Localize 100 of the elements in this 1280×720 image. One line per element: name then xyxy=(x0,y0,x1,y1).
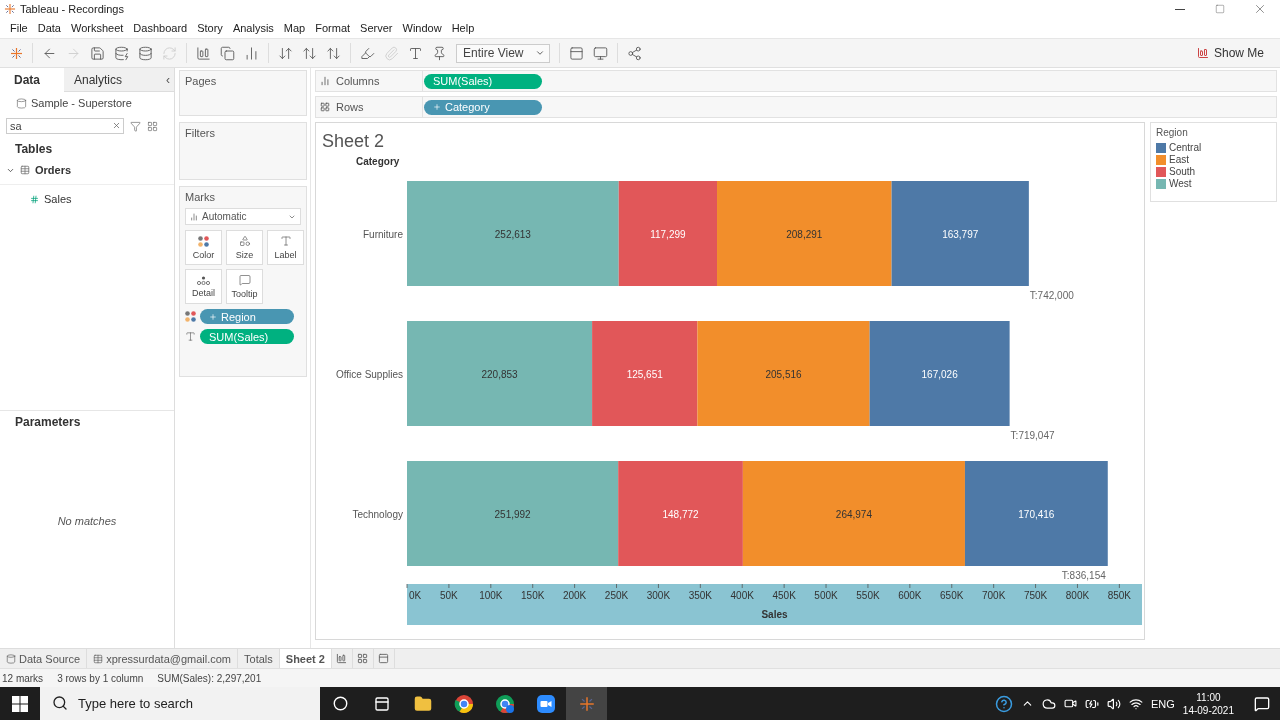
tick-label: 450K xyxy=(772,590,796,601)
browser-icon xyxy=(494,693,515,714)
highlight-icon[interactable] xyxy=(360,45,375,61)
data-label: 125,651 xyxy=(626,368,663,380)
tick-label: 350K xyxy=(688,590,712,601)
sheet-tab[interactable]: Sheet 2 xyxy=(279,649,332,668)
language-indicator[interactable]: ENG xyxy=(1151,697,1175,710)
pane-tab[interactable]: Analytics xyxy=(64,68,128,92)
restore-icon xyxy=(1215,4,1225,14)
app-logo xyxy=(578,695,595,712)
new-data-source-icon[interactable] xyxy=(114,45,129,61)
marks-button[interactable]: Label xyxy=(267,230,304,265)
data-label: 208,291 xyxy=(786,228,823,240)
close-icon xyxy=(1253,2,1267,16)
menu-item[interactable]: Worksheet xyxy=(66,22,129,34)
save-icon[interactable] xyxy=(90,45,105,61)
tick-label: 650K xyxy=(940,590,964,601)
status-text: SUM(Sales): 2,297,201 xyxy=(157,672,262,684)
category-label: Technology xyxy=(352,508,403,520)
wifi-icon[interactable] xyxy=(1129,696,1143,711)
plus-icon xyxy=(433,103,441,111)
clock-date[interactable]: 14-09-2021 xyxy=(1182,703,1234,717)
field-name[interactable]: Sales xyxy=(44,193,72,205)
menu-item[interactable]: Dashboard xyxy=(128,22,193,34)
data-label: 148,772 xyxy=(662,508,699,520)
label-icon xyxy=(185,331,196,342)
filter-icon[interactable] xyxy=(130,120,141,132)
measure-icon xyxy=(30,194,39,204)
status-text: 12 marks xyxy=(2,672,44,684)
menu-item[interactable]: Map xyxy=(278,22,311,34)
table-name[interactable]: Orders xyxy=(35,164,72,176)
windows-logo-icon xyxy=(12,695,28,712)
marks-button[interactable]: Color xyxy=(185,230,222,265)
menu-item[interactable]: Data xyxy=(32,22,66,34)
row-header: Category xyxy=(356,156,401,167)
data-source-name[interactable]: Sample - Superstore xyxy=(31,97,132,109)
sort-ascending-icon[interactable] xyxy=(302,45,317,61)
total-label: T:836,154 xyxy=(1061,570,1106,581)
pin-icon[interactable] xyxy=(432,45,447,61)
database-icon[interactable] xyxy=(138,45,153,61)
presentation-icon[interactable] xyxy=(593,45,609,61)
taskbar-search-field[interactable]: Type here to search xyxy=(40,687,320,720)
mark-type-dropdown[interactable]: Automatic xyxy=(185,208,301,225)
legend-label: East xyxy=(1169,154,1189,165)
grid-icon xyxy=(357,653,369,664)
table-icon xyxy=(20,165,30,175)
menu-item[interactable]: Analysis xyxy=(227,22,279,34)
clock-time[interactable]: 11:00 xyxy=(1196,690,1221,704)
status-text: 3 rows by 1 column xyxy=(57,672,144,684)
data-label: 163,797 xyxy=(942,228,979,240)
card-title: Filters xyxy=(185,127,216,139)
share-icon[interactable] xyxy=(627,45,643,61)
tick-label: 400K xyxy=(730,590,754,601)
collapse-button[interactable]: ‹ xyxy=(166,72,170,87)
axis-title: Sales xyxy=(761,609,788,620)
window-title: Tableau - Recordings xyxy=(20,3,125,15)
tooltip-icon xyxy=(238,274,251,286)
data-label: 251,992 xyxy=(494,508,531,520)
tick-label: 250K xyxy=(604,590,629,601)
camera-icon[interactable] xyxy=(1064,697,1077,710)
search-icon xyxy=(52,695,68,711)
tick-label: 50K xyxy=(440,590,458,601)
legend-label: West xyxy=(1169,178,1192,189)
menu-item[interactable]: Window xyxy=(397,22,447,34)
help-icon[interactable] xyxy=(995,694,1013,713)
menu-item[interactable]: Server xyxy=(355,22,398,34)
clear-icon[interactable] xyxy=(112,121,121,130)
card-title: Pages xyxy=(185,75,218,87)
cloud-icon[interactable] xyxy=(1042,696,1056,711)
marks-button[interactable]: Size xyxy=(226,230,263,265)
tick-label: 300K xyxy=(646,590,671,601)
show-me-button[interactable]: Show Me xyxy=(1190,45,1270,61)
section-heading: Parameters xyxy=(14,414,82,431)
cards-icon[interactable] xyxy=(569,45,585,61)
new-worksheet-icon[interactable] xyxy=(196,45,211,61)
marks-button[interactable]: Detail xyxy=(185,269,222,304)
clear-sheet-icon[interactable] xyxy=(244,45,259,61)
view-options-icon[interactable] xyxy=(147,120,158,132)
notifications-icon[interactable] xyxy=(1254,695,1270,712)
duplicate-icon[interactable] xyxy=(220,45,235,61)
paperclip-icon[interactable] xyxy=(384,45,399,61)
menu-item[interactable]: Format xyxy=(310,22,356,34)
speaker-icon[interactable] xyxy=(1107,696,1121,711)
sort-descending-icon[interactable] xyxy=(326,45,341,61)
total-label: T:742,000 xyxy=(1029,290,1074,301)
marks-button[interactable]: Tooltip xyxy=(226,269,263,304)
menu-item[interactable]: Help xyxy=(446,22,480,34)
shelf-label: Columns xyxy=(336,75,380,87)
data-label: 205,516 xyxy=(765,368,802,380)
view-dropdown[interactable]: Entire View xyxy=(456,43,551,63)
swap-icon[interactable] xyxy=(278,45,293,61)
menu-item[interactable]: Story xyxy=(192,22,228,34)
shelf-label: Rows xyxy=(336,101,364,113)
video-camera-icon xyxy=(535,693,556,714)
data-label: 117,299 xyxy=(650,228,686,240)
label-icon[interactable] xyxy=(408,45,423,61)
tick-label: 600K xyxy=(898,590,922,601)
search-field[interactable]: sa xyxy=(6,118,124,134)
size-icon xyxy=(238,235,251,247)
menu-item[interactable]: File xyxy=(5,22,33,34)
